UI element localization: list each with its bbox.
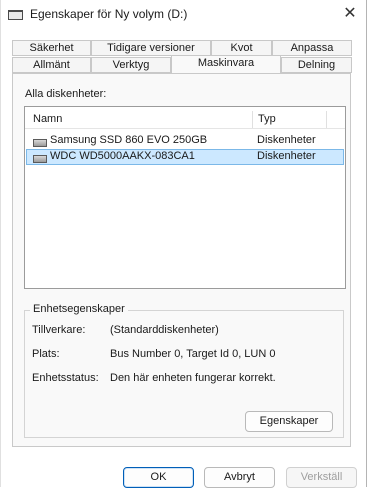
list-item-selected[interactable]: WDC WD5000AAKX-083CA1 Diskenheter — [26, 149, 344, 165]
tab-maskinvara[interactable]: Maskinvara — [171, 55, 281, 73]
header-divider — [25, 128, 345, 129]
tab-verktyg[interactable]: Verktyg — [91, 57, 171, 73]
disk-name: WDC WD5000AAKX-083CA1 — [50, 150, 195, 162]
column-header-name[interactable]: Namn — [33, 113, 62, 125]
location-value: Bus Number 0, Target Id 0, LUN 0 — [110, 348, 276, 360]
disk-type: Diskenheter — [257, 150, 316, 162]
location-label: Plats: — [32, 348, 60, 360]
disk-name: Samsung SSD 860 EVO 250GB — [50, 134, 208, 146]
tab-allmant[interactable]: Allmänt — [12, 57, 91, 73]
status-label: Enhetsstatus: — [32, 372, 99, 384]
column-separator[interactable] — [252, 111, 253, 128]
tab-sakerhet[interactable]: Säkerhet — [12, 40, 91, 56]
close-icon[interactable]: ✕ — [340, 3, 360, 23]
window-title: Egenskaper för Ny volym (D:) — [30, 7, 188, 21]
tab-delning[interactable]: Delning — [281, 57, 352, 73]
apply-button[interactable]: Verkställ — [286, 467, 357, 488]
manufacturer-value: (Standarddiskenheter) — [110, 324, 219, 336]
window-right-edge — [366, 0, 367, 487]
status-value: Den här enheten fungerar korrekt. — [110, 372, 276, 384]
window-left-edge — [0, 0, 1, 487]
disk-icon — [33, 139, 47, 147]
disk-icon — [33, 155, 47, 163]
manufacturer-label: Tillverkare: — [32, 324, 86, 336]
properties-button[interactable]: Egenskaper — [245, 411, 333, 432]
cancel-button[interactable]: Avbryt — [204, 467, 275, 488]
disk-type: Diskenheter — [257, 134, 316, 146]
tab-kvot[interactable]: Kvot — [211, 40, 272, 56]
all-disks-label: Alla diskenheter: — [25, 88, 107, 100]
list-item[interactable]: Samsung SSD 860 EVO 250GB Diskenheter — [26, 133, 344, 149]
column-separator[interactable] — [326, 111, 327, 128]
tab-tidigare-versioner[interactable]: Tidigare versioner — [91, 40, 211, 56]
disk-list[interactable]: Namn Typ Samsung SSD 860 EVO 250GB Diske… — [24, 106, 346, 289]
column-header-type[interactable]: Typ — [258, 113, 276, 125]
group-title: Enhetsegenskaper — [30, 303, 128, 315]
tab-anpassa[interactable]: Anpassa — [272, 40, 352, 56]
ok-button[interactable]: OK — [123, 467, 194, 488]
drive-icon — [8, 10, 23, 20]
